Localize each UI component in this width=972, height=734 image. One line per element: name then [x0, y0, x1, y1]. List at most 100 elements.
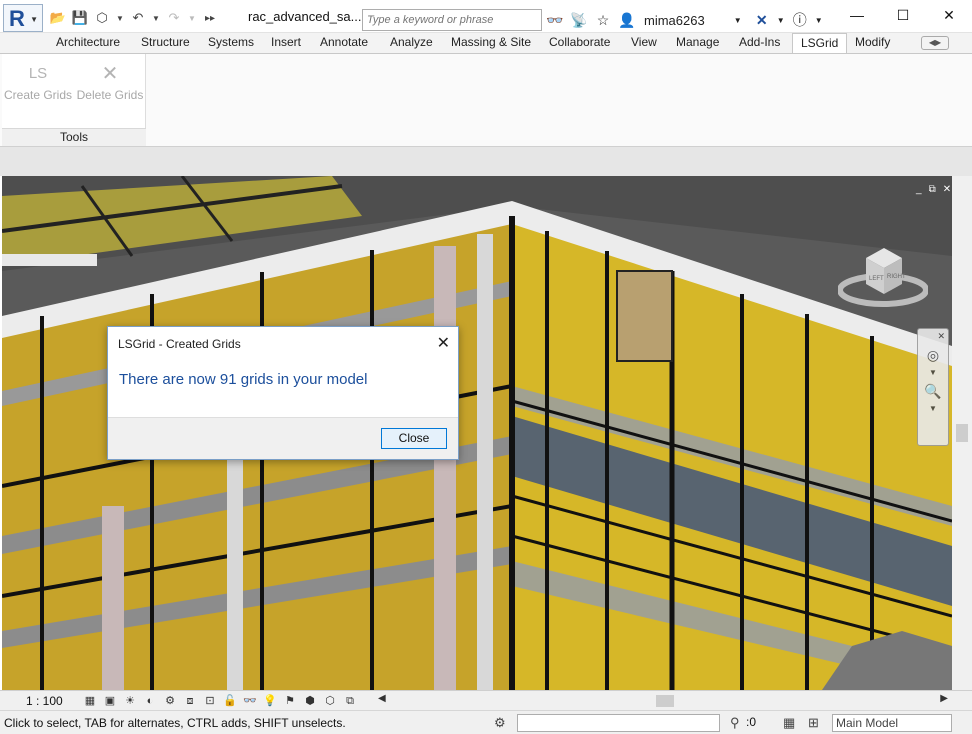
revit-logo: R	[9, 6, 25, 31]
quick-access-toolbar: 📂 💾 ⬡ ▼ ↶ ▼ ↷ ▼ ▸▸	[50, 8, 218, 28]
ribbon-minimize-toggle[interactable]: ◀▶	[921, 36, 949, 50]
restore-view-icon[interactable]: ⧉	[929, 184, 936, 195]
delete-grids-button[interactable]: ✕ Delete Grids	[76, 60, 144, 110]
view-control-bar: 1 : 100 ▦ ▣ ☀ ◐ ⚙ ⧈ ⊡ 🔓 👓 💡 ⚑ ⬢ ⬡ ⧉ ◀ ▶	[0, 690, 972, 710]
temporary-hide-icon[interactable]: 👓	[242, 693, 258, 709]
minimize-icon[interactable]: —	[834, 0, 880, 30]
horizontal-scrollbar[interactable]: ◀ ▶	[378, 693, 950, 709]
temporary-view-properties-icon[interactable]: ⚑	[282, 693, 298, 709]
panel-title: Tools	[2, 128, 146, 146]
tab-systems[interactable]: Systems	[208, 35, 254, 49]
vertical-scroll-thumb[interactable]	[956, 424, 968, 442]
visual-style-icon[interactable]: ▣	[102, 693, 118, 709]
worksets-icon[interactable]: ⚙	[494, 715, 506, 731]
viewcube-left-face[interactable]: LEFT	[869, 276, 884, 282]
tab-modify[interactable]: Modify	[855, 35, 890, 49]
search-input[interactable]	[362, 9, 542, 31]
title-bar: R ▼ 📂 💾 ⬡ ▼ ↶ ▼ ↷ ▼ ▸▸ rac_advanced_sa..…	[0, 0, 972, 33]
save-icon[interactable]: 💾	[72, 10, 88, 26]
workset-select[interactable]	[517, 714, 720, 732]
sun-path-icon[interactable]: ☀	[122, 693, 138, 709]
minimize-view-icon[interactable]: _	[916, 184, 922, 195]
viewcube-right-face[interactable]: RIGHT	[887, 274, 906, 280]
design-option-select[interactable]: Main Model	[832, 714, 952, 732]
chevron-down-icon[interactable]: ▼	[729, 11, 747, 29]
maximize-icon[interactable]: ☐	[880, 0, 926, 30]
steering-wheel-icon[interactable]: ◎	[918, 343, 948, 367]
tab-massing-site[interactable]: Massing & Site	[451, 35, 531, 49]
help-icon[interactable]: ⓘ	[791, 11, 809, 29]
zoom-dropdown-icon[interactable]: ▼	[918, 403, 948, 415]
close-view-icon[interactable]: ✕	[943, 184, 951, 195]
create-grids-icon: LS	[28, 65, 48, 82]
chevron-down-icon: ▼	[30, 15, 38, 24]
tab-lsgrid[interactable]: LSGrid	[792, 33, 848, 53]
sync-cube-icon[interactable]: ⬡	[94, 10, 110, 26]
crop-view-icon[interactable]: ⧈	[182, 693, 198, 709]
username-label[interactable]: mima6263	[644, 13, 705, 28]
tab-collaborate[interactable]: Collaborate	[549, 35, 610, 49]
tab-add-ins[interactable]: Add-Ins	[739, 35, 780, 49]
status-bar: Click to select, TAB for alternates, CTR…	[0, 710, 972, 734]
detail-level-icon[interactable]: ▦	[82, 693, 98, 709]
communication-center-icon[interactable]: 📡	[570, 11, 588, 29]
undo-icon[interactable]: ↶	[130, 10, 146, 26]
filter-icon[interactable]: ⚲	[730, 715, 740, 731]
ribbon-tab-bar: Architecture Structure Systems Insert An…	[0, 33, 972, 53]
viewport-window-controls: _ ⧉ ✕	[916, 184, 951, 195]
dialog-title: LSGrid - Created Grids	[118, 337, 241, 351]
open-folder-icon[interactable]: 📂	[50, 10, 66, 26]
dropdown-icon[interactable]: ▼	[188, 10, 196, 26]
more-tools-icon[interactable]: ▸▸	[202, 10, 218, 26]
editable-only-icon[interactable]: ▦	[783, 715, 795, 731]
unlock-3d-view-icon[interactable]: 🔓	[222, 693, 238, 709]
tab-architecture[interactable]: Architecture	[56, 35, 120, 49]
tab-view[interactable]: View	[631, 35, 657, 49]
rendering-icon[interactable]: ⚙	[162, 693, 178, 709]
ribbon-panel: LS Create Grids ✕ Delete Grids Tools	[0, 53, 972, 146]
create-grids-label: Create Grids	[4, 88, 73, 102]
navbar-close-icon[interactable]: ✕	[918, 329, 948, 343]
reveal-hidden-icon[interactable]: 💡	[262, 693, 278, 709]
scroll-left-icon[interactable]: ◀	[378, 693, 386, 704]
close-icon[interactable]: ✕	[926, 0, 972, 30]
lsgrid-created-grids-dialog: LSGrid - Created Grids ✕ There are now 9…	[107, 326, 459, 460]
user-icon[interactable]: 👤	[618, 11, 636, 29]
create-grids-button[interactable]: LS Create Grids	[4, 60, 72, 110]
binoculars-icon[interactable]: 👓	[546, 11, 564, 29]
view-scale[interactable]: 1 : 100	[26, 694, 63, 708]
document-title: rac_advanced_sa...	[248, 9, 362, 24]
tab-annotate[interactable]: Annotate	[320, 35, 368, 49]
editing-requests-icon[interactable]: ⊞	[808, 715, 819, 731]
dropdown-icon[interactable]: ▼	[152, 10, 160, 26]
dialog-message: There are now 91 grids in your model	[119, 371, 368, 388]
horizontal-scroll-thumb[interactable]	[656, 695, 674, 707]
redo-icon[interactable]: ↷	[166, 10, 182, 26]
tab-insert[interactable]: Insert	[271, 35, 301, 49]
application-menu-button[interactable]: R ▼	[3, 4, 43, 32]
tools-panel: LS Create Grids ✕ Delete Grids Tools	[2, 54, 146, 146]
favorites-star-icon[interactable]: ☆	[594, 11, 612, 29]
delete-x-icon: ✕	[101, 63, 119, 85]
exchange-apps-icon[interactable]: ✕	[753, 11, 771, 29]
vertical-scrollbar[interactable]	[952, 176, 972, 690]
scroll-right-icon[interactable]: ▶	[940, 693, 948, 704]
tab-structure[interactable]: Structure	[141, 35, 190, 49]
tab-analyze[interactable]: Analyze	[390, 35, 433, 49]
dialog-close-icon[interactable]: ✕	[437, 333, 450, 353]
close-button[interactable]: Close	[381, 428, 447, 449]
ribbon-separator	[0, 146, 972, 176]
shadows-icon[interactable]: ◐	[142, 693, 158, 709]
dropdown-icon[interactable]: ▼	[116, 10, 124, 26]
highlight-displacement-icon[interactable]: ⧉	[342, 693, 358, 709]
chevron-down-icon[interactable]: ▼	[815, 11, 823, 29]
viewcube[interactable]: LEFT RIGHT	[838, 242, 928, 310]
analytical-model-icon[interactable]: ⬡	[322, 693, 338, 709]
show-crop-icon[interactable]: ⊡	[202, 693, 218, 709]
tab-manage[interactable]: Manage	[676, 35, 719, 49]
zoom-icon[interactable]: 🔍	[918, 379, 948, 403]
steering-wheel-dropdown-icon[interactable]: ▼	[918, 367, 948, 379]
infocenter-toolbar: 👓 📡 ☆ 👤 mima6263 ▼ ✕ ▼ ⓘ ▼	[546, 9, 823, 31]
chevron-down-icon[interactable]: ▼	[777, 11, 785, 29]
worksharing-display-icon[interactable]: ⬢	[302, 693, 318, 709]
